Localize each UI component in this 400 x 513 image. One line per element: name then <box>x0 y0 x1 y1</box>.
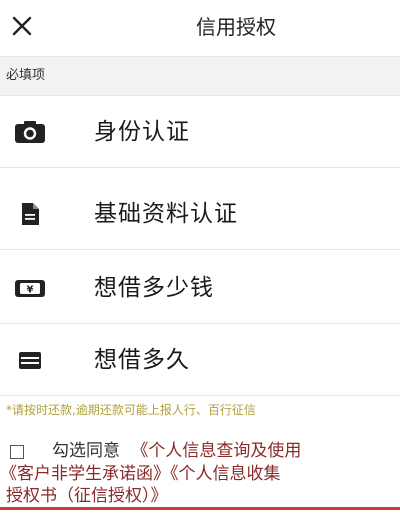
item-label: 基础资料认证 <box>94 201 238 227</box>
item-label: 想借多少钱 <box>94 275 214 301</box>
item-loan-amount[interactable]: ¥ 想借多少钱 <box>0 252 400 324</box>
agree-checkbox[interactable] <box>10 445 24 459</box>
required-section-header: 必填项 <box>0 56 400 96</box>
agree-prefix: 勾选同意 <box>52 441 120 461</box>
bottom-accent-bar <box>0 507 400 510</box>
section-label: 必填项 <box>6 68 46 83</box>
agreement-line-3: 授权书（征信授权）》 <box>6 485 168 506</box>
document-icon <box>12 200 48 228</box>
item-basic-info-verification[interactable]: 基础资料认证 <box>0 178 400 250</box>
link-non-student-commitment[interactable]: 《客户非学生承诺函》 <box>0 464 170 484</box>
card-icon <box>12 346 48 374</box>
agreement-line-2: 《客户非学生承诺函》《个人信息收集 <box>0 463 281 485</box>
item-identity-verification[interactable]: 身份认证 <box>0 96 400 168</box>
page-title: 信用授权 <box>196 15 276 39</box>
item-loan-duration[interactable]: 想借多久 <box>0 324 400 396</box>
item-label: 想借多久 <box>94 347 190 373</box>
camera-icon <box>12 118 48 146</box>
agreement-line-1: 勾选同意 《个人信息查询及使用 <box>52 440 301 462</box>
repayment-notice: *请按时还款,逾期还款可能上报人行、百行征信 <box>6 403 256 417</box>
item-label: 身份认证 <box>94 119 190 145</box>
link-personal-info-collection[interactable]: 《个人信息收集 <box>170 464 281 484</box>
money-icon: ¥ <box>12 274 48 302</box>
header: 信用授权 <box>0 0 400 56</box>
svg-text:¥: ¥ <box>27 285 34 296</box>
link-credit-authorization[interactable]: 授权书（征信授权）》 <box>6 486 168 506</box>
agreement-section: 勾选同意 《个人信息查询及使用 《客户非学生承诺函》《个人信息收集 授权书（征信… <box>0 436 400 506</box>
link-personal-info-query[interactable]: 《个人信息查询及使用 <box>131 441 301 461</box>
